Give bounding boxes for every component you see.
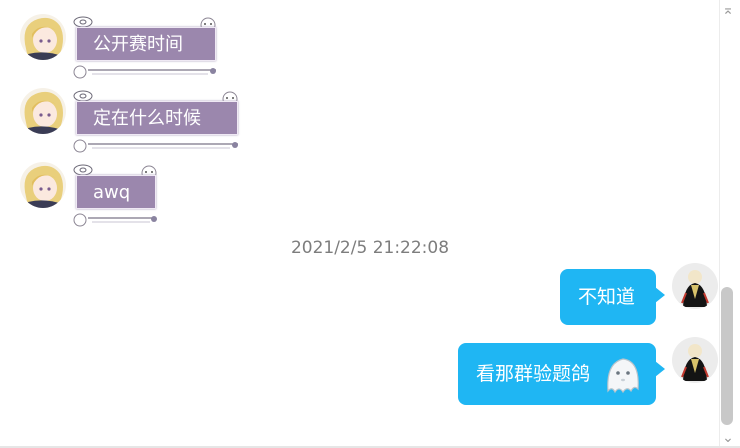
scroll-to-bottom-icon[interactable]: ⌄ (719, 430, 737, 446)
message-text: awq (76, 175, 156, 209)
self-avatar[interactable] (672, 263, 718, 309)
message-text: 定在什么时候 (76, 101, 238, 135)
message-text: 公开赛时间 (76, 27, 216, 61)
dark-robed-figure-avatar-icon (672, 337, 718, 383)
message-text: 不知道 (578, 286, 636, 308)
ghost-emoji-icon (604, 355, 642, 400)
outgoing-message-bubble[interactable]: 不知道 (560, 269, 665, 325)
outgoing-message-bubble[interactable]: 看那群验题鸽 (458, 343, 665, 405)
scrollbar-thumb[interactable] (721, 287, 733, 425)
dark-robed-figure-avatar-icon (672, 263, 718, 309)
self-avatar[interactable] (672, 337, 718, 383)
incoming-message-bubble[interactable]: awq (70, 162, 162, 228)
scroll-to-top-icon[interactable]: ⌅ (719, 2, 737, 18)
contact-avatar[interactable] (20, 162, 66, 208)
message-text: 看那群验题鸽 (476, 363, 591, 385)
bubble-tail (655, 287, 665, 303)
bubble-tail (655, 361, 665, 377)
anime-girl-avatar-icon (20, 88, 66, 134)
incoming-message-bubble[interactable]: 公开赛时间 (70, 14, 222, 80)
contact-avatar[interactable] (20, 88, 66, 134)
contact-avatar[interactable] (20, 14, 66, 60)
anime-girl-avatar-icon (20, 162, 66, 208)
message-timestamp: 2021/2/5 21:22:08 (290, 238, 450, 258)
incoming-message-bubble[interactable]: 定在什么时候 (70, 88, 244, 154)
anime-girl-avatar-icon (20, 14, 66, 60)
chat-message-area: 公开赛时间 定在什么时候 awq 2021/2/5 21:22:08 不知道 看… (0, 0, 740, 448)
